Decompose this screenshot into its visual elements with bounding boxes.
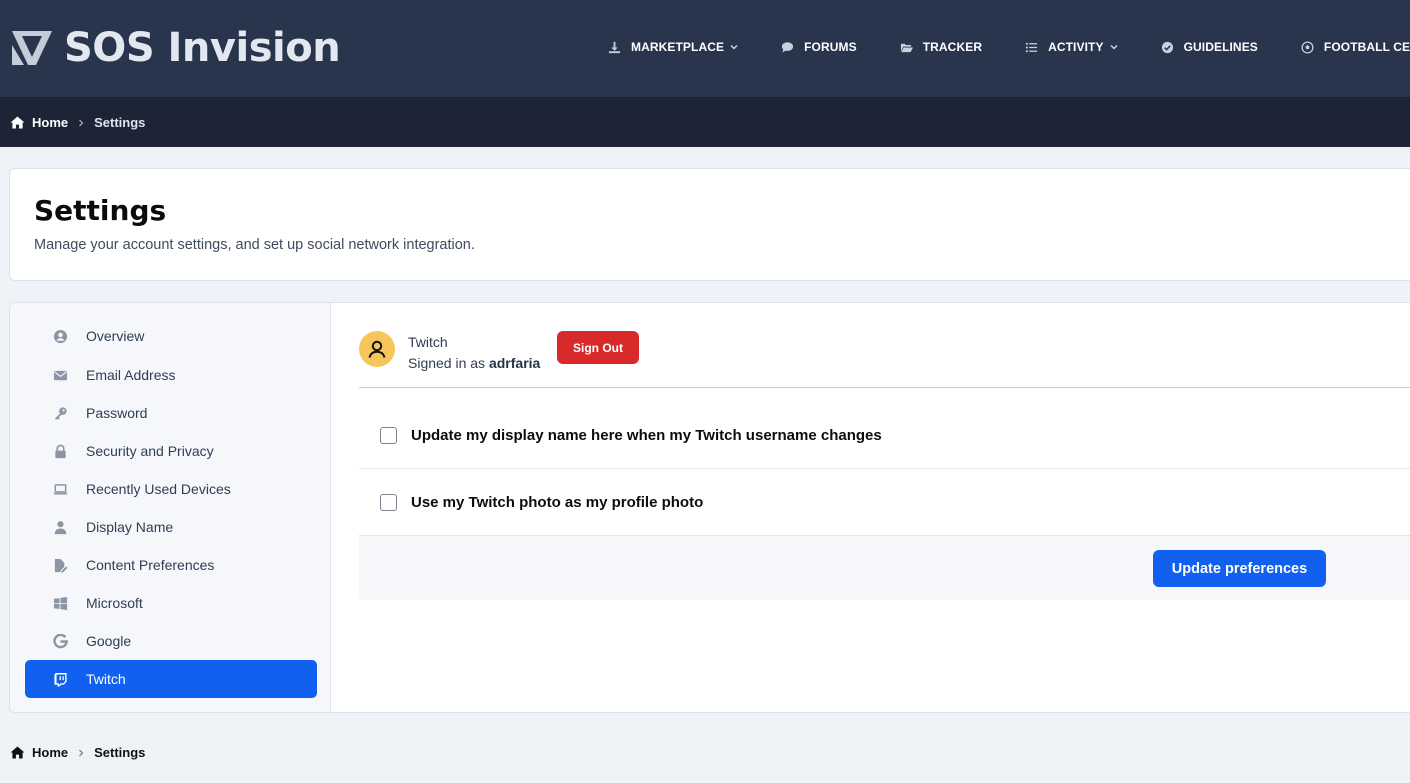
option-label: Use my Twitch photo as my profile photo [411,493,704,511]
connected-account: Twitch Signed in as adrfaria Sign Out [359,331,1410,388]
nav-activity[interactable]: ACTIVITY [1025,40,1118,54]
page-subtitle: Manage your account settings, and set up… [34,237,475,253]
nav-tracker[interactable]: TRACKER [900,40,982,54]
laptop-icon [53,483,68,494]
option-label: Update my display name here when my Twit… [411,427,882,444]
sidebar-item-display-name[interactable]: Display Name [25,508,317,546]
sidebar-item-google[interactable]: Google [25,622,317,660]
breadcrumb-bar: Home Settings [0,97,1410,147]
lock-icon [55,444,66,458]
form-actions: Update preferences [359,535,1410,600]
option-update-display-name[interactable]: Update my display name here when my Twit… [359,403,1410,469]
sidebar-item-label: Display Name [86,519,174,535]
chevron-down-icon [1110,44,1118,50]
logo-mark-icon [12,31,52,65]
nav-marketplace[interactable]: MARKETPLACE [608,40,738,54]
breadcrumb-current: Settings [94,745,146,760]
sidebar-item-label: Twitch [86,671,126,687]
nav-guidelines[interactable]: GUIDELINES [1161,40,1258,54]
chevron-right-icon [79,119,84,126]
check-circle-icon [1161,41,1173,53]
page-header: Settings Manage your account settings, a… [9,168,1410,281]
nav-forums[interactable]: FORUMS [781,40,857,54]
avatar [359,331,395,367]
sidebar-item-label: Content Preferences [86,557,215,573]
user-circle-icon [53,329,68,343]
site-header: SOS Invision MARKETPLACE FORUMS TRACKER … [0,0,1410,97]
envelope-icon [53,370,68,380]
user-outline-icon [368,340,386,358]
sidebar-item-recently-used-devices[interactable]: Recently Used Devices [25,470,317,508]
download-icon [608,41,621,53]
google-icon [53,633,68,648]
signed-in-prefix: Signed in as [408,355,486,371]
breadcrumb-home[interactable]: Home [32,745,68,760]
sidebar-item-security-and-privacy[interactable]: Security and Privacy [25,432,317,470]
sidebar-item-microsoft[interactable]: Microsoft [25,584,317,622]
main-nav: MARKETPLACE FORUMS TRACKER ACTIVITY GUID… [608,37,1410,57]
settings-panel: Overview Email Address Password Security… [9,302,1410,713]
breadcrumb-home[interactable]: Home [32,115,68,130]
sidebar-item-content-preferences[interactable]: Content Preferences [25,546,317,584]
account-service-name: Twitch [408,334,448,350]
update-preferences-button[interactable]: Update preferences [1153,550,1326,587]
list-icon [1026,42,1038,52]
sidebar-item-twitch[interactable]: Twitch [25,660,317,698]
sign-out-button[interactable]: Sign Out [557,331,639,364]
chevron-down-icon [730,44,738,50]
nav-label: FOOTBALL CEN [1323,40,1410,54]
nav-label: MARKETPLACE [631,40,725,54]
twitch-icon [54,672,67,687]
update-display-name-checkbox[interactable] [380,427,397,444]
user-icon [54,520,67,534]
sidebar-item-label: Password [86,405,148,421]
home-icon[interactable] [10,116,25,129]
nav-label: FORUMS [804,40,857,54]
nav-label: GUIDELINES [1183,40,1258,54]
nav-label: ACTIVITY [1048,40,1104,54]
use-twitch-photo-checkbox[interactable] [380,493,397,511]
sidebar-item-email-address[interactable]: Email Address [25,356,317,394]
football-icon [1301,40,1314,54]
sidebar-item-label: Microsoft [86,595,143,611]
breadcrumb: Home Settings [10,115,145,130]
folder-open-icon [900,43,913,52]
site-logo-text: SOS Invision [64,25,341,71]
chat-bubble-icon [782,41,794,53]
account-signed-in-text: Signed in as adrfaria [408,355,540,371]
site-logo[interactable]: SOS Invision [12,25,341,71]
page-title: Settings [34,194,167,227]
breadcrumb-current: Settings [94,115,146,130]
key-icon [54,406,67,420]
breadcrumb-footer: Home Settings [10,745,145,760]
home-icon[interactable] [10,746,25,759]
nav-football-centre[interactable]: FOOTBALL CEN [1301,40,1410,54]
sidebar-item-overview[interactable]: Overview [25,317,317,355]
twitch-settings-content: Twitch Signed in as adrfaria Sign Out Up… [359,303,1410,712]
account-username: adrfaria [488,355,541,371]
sidebar-item-password[interactable]: Password [25,394,317,432]
chevron-right-icon [79,749,84,756]
option-use-twitch-photo[interactable]: Use my Twitch photo as my profile photo [359,469,1410,535]
sidebar-item-label: Overview [86,328,145,344]
windows-icon [53,596,68,610]
nav-label: TRACKER [922,40,983,54]
settings-sidebar: Overview Email Address Password Security… [10,303,331,712]
file-edit-icon [54,558,68,573]
sidebar-item-label: Security and Privacy [86,443,214,459]
sidebar-item-label: Email Address [86,367,176,383]
sidebar-item-label: Recently Used Devices [86,481,231,497]
sidebar-item-label: Google [86,633,132,649]
